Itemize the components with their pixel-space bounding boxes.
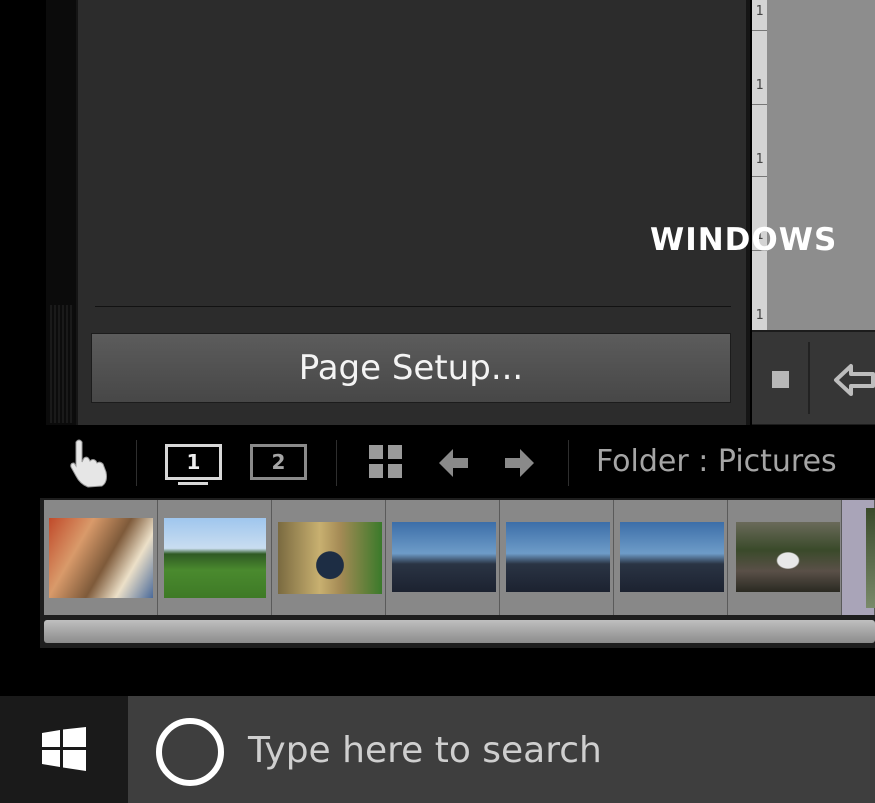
page-setup-button[interactable]: Page Setup... [91,333,731,403]
ruler-tick-label: 1 [755,308,764,323]
man-portrait-thumbnail [278,522,382,594]
start-button[interactable] [0,696,128,803]
ruler-tick [752,104,767,105]
ruler-tick [752,30,767,31]
ruler-tick-label: 1 [755,78,764,93]
windows-logo-icon [42,727,86,771]
filmstrip-cell[interactable] [728,500,842,615]
monitor-stand-icon [178,482,208,485]
toolbar-separator [568,440,569,486]
city-skyline-thumbnail-3 [620,522,724,592]
filmstrip-scrollbar[interactable] [44,620,875,643]
city-skyline-thumbnail-1 [392,522,496,592]
ruler-tick-label: 1 [755,4,764,19]
city-skyline-thumbnail-2 [506,522,610,592]
display-2-label: 2 [271,450,286,474]
secondary-display-button[interactable]: 2 [250,444,307,480]
filmstrip-cell[interactable] [614,500,728,615]
next-arrow-icon[interactable] [504,448,534,478]
panel-divider [95,306,731,307]
cortana-circle-icon[interactable] [156,718,224,786]
filmstrip-cell[interactable] [842,500,875,615]
waterfall-thumbnail [736,522,840,592]
back-arrow-icon[interactable] [833,362,875,398]
watermark-text: WINDOWS [650,222,838,258]
dog-on-grass-thumbnail [164,518,266,598]
page-setup-label: Page Setup... [298,348,524,388]
filmstrip-cell[interactable] [272,500,386,615]
grid-view-icon[interactable] [369,445,403,479]
toolbar-separator [136,440,137,486]
filmstrip-cell[interactable] [44,500,158,615]
filmstrip-source-label[interactable]: Folder : Pictures [596,444,837,479]
previous-arrow-icon[interactable] [439,448,469,478]
display-1-label: 1 [186,450,201,474]
people-dog-couch-thumbnail [49,518,153,598]
search-placeholder[interactable]: Type here to search [248,730,602,771]
panel-resize-grip[interactable] [50,305,74,423]
toolbar-separator [336,440,337,486]
ruler-tick-label: 1 [755,152,764,167]
main-display-button[interactable]: 1 [165,444,222,480]
filmstrip-cell[interactable] [158,500,272,615]
print-preview-canvas [767,0,875,330]
toolbar-divider [808,342,810,414]
stop-square-icon[interactable] [772,371,789,388]
filmstrip-cell[interactable] [386,500,500,615]
hand-pointer-icon[interactable] [66,436,114,490]
partial-thumbnail [866,508,875,608]
ruler-tick [752,176,767,177]
filmstrip-cell[interactable] [500,500,614,615]
